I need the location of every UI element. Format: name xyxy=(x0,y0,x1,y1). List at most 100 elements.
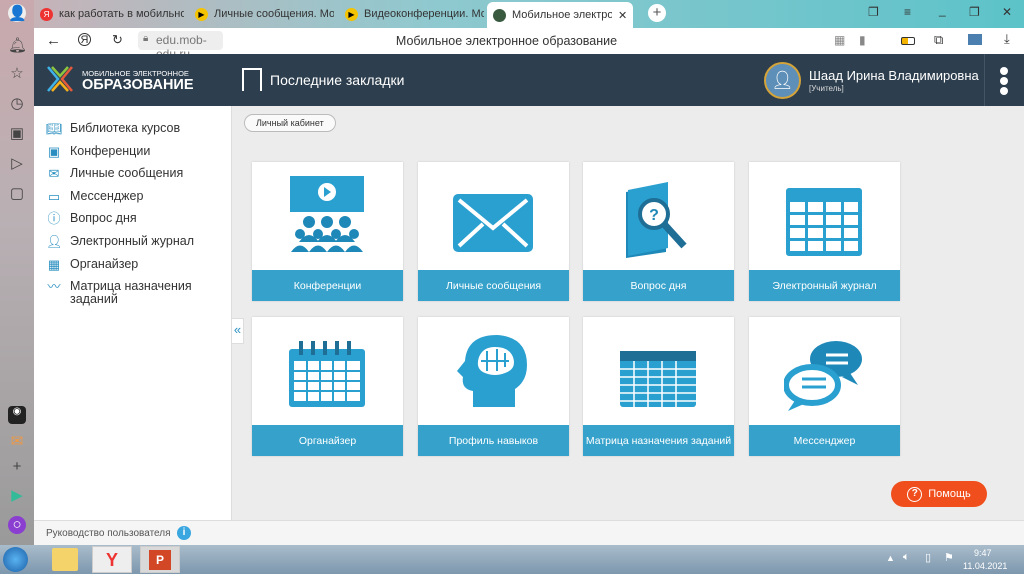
tile-messenger[interactable]: Мессенджер xyxy=(749,317,900,456)
url-field[interactable]: 🔒︎edu.mob-edu.ru xyxy=(138,31,223,61)
restore-button[interactable]: ❐ xyxy=(969,5,980,19)
volume-icon[interactable]: 🔈︎ xyxy=(903,551,910,564)
calendar-icon: ▦ xyxy=(47,257,61,272)
powerpoint-icon[interactable]: P xyxy=(140,546,180,573)
taskbar: Y P ▲ 🔈︎ ▯ ⚑ 9:47 11.04.2021 xyxy=(0,545,1024,574)
table-icon xyxy=(620,351,696,407)
close-icon[interactable]: ✕ xyxy=(618,9,627,22)
info-icon[interactable]: i xyxy=(177,526,191,540)
tile-organizer[interactable]: Органайзер xyxy=(252,317,403,456)
sidebar-item-label: Библиотека курсов xyxy=(70,121,181,135)
image-icon[interactable] xyxy=(968,34,982,45)
sidebar-item-organizer[interactable]: ▦ Органайзер xyxy=(46,258,138,272)
clock-time[interactable]: 9:47 xyxy=(974,548,992,558)
browser-sidebar: 👤 🔔︎ ☆ ◷ ▣ ▷ ▢ ◉ ✉ + ▶ ○ xyxy=(0,0,34,545)
new-tab-button[interactable]: + xyxy=(648,4,666,22)
help-button[interactable]: ? Помощь xyxy=(891,481,987,507)
site-icon xyxy=(493,8,506,22)
minimize-button[interactable]: _ xyxy=(939,3,946,17)
battery-icon[interactable]: ▯ xyxy=(925,551,931,564)
yandex-icon[interactable]: Я xyxy=(78,33,91,46)
tab[interactable]: ▶ Личные сообщения. Моб xyxy=(189,3,334,25)
recent-bookmarks-link[interactable]: Последние закладки xyxy=(270,72,404,88)
footer: Руководство пользователя i xyxy=(34,520,1024,545)
sidebar-item-journal[interactable]: 👤︎ Электронный журнал xyxy=(46,235,194,249)
close-window-button[interactable]: ✕ xyxy=(1002,5,1012,19)
tile-question[interactable]: ? Вопрос дня xyxy=(583,162,734,301)
tile-messages[interactable]: Личные сообщения xyxy=(418,162,569,301)
more-menu-icon[interactable] xyxy=(1000,67,1008,95)
yandex-icon: Я xyxy=(40,7,53,21)
chat-bubbles-icon xyxy=(784,341,862,411)
collections-icon[interactable]: ▣ xyxy=(8,124,26,142)
battery-icon[interactable] xyxy=(901,37,915,45)
logo-bottom: ОБРАЗОВАНИЕ xyxy=(82,77,194,93)
sidebar-item-label: Вопрос дня xyxy=(70,211,137,225)
start-button[interactable] xyxy=(3,547,28,572)
tab-label: Видеоконференции. Моб xyxy=(364,8,484,20)
sidebar-item-conferences[interactable]: ▣ Конференции xyxy=(46,145,150,159)
tab-active[interactable]: Мобильное электронно ✕ xyxy=(487,2,633,28)
sidebar-item-messages[interactable]: ✉ Личные сообщения xyxy=(46,166,184,181)
play-icon: ▶ xyxy=(345,7,358,21)
tile-conferences[interactable]: Конференции xyxy=(252,162,403,301)
extensions-icon[interactable]: ⧉ xyxy=(934,32,943,48)
logo-icon xyxy=(47,66,73,92)
mail-icon: ✉ xyxy=(48,166,60,181)
tabs-icon[interactable]: ❐ xyxy=(868,5,879,19)
question-icon: ⓘ xyxy=(47,211,61,226)
sidebar-item-label: Конференции xyxy=(70,144,151,158)
question-icon: ? xyxy=(907,486,923,502)
star-icon[interactable]: ☆ xyxy=(8,64,26,82)
user-guide-link[interactable]: Руководство пользователя xyxy=(46,528,171,539)
bookmark-icon[interactable]: ▮ xyxy=(859,33,866,47)
tab-label: как работать в мобильно xyxy=(59,8,184,20)
question-book-icon: ? xyxy=(626,182,687,258)
sidebar-item-matrix[interactable]: 〰 Матрица назначения заданий xyxy=(46,280,216,306)
bell-icon[interactable]: 🔔︎ xyxy=(8,36,27,54)
journal-icon: 👤︎ xyxy=(46,234,63,249)
help-label: Помощь xyxy=(928,488,971,500)
sidebar-item-question[interactable]: ⓘ Вопрос дня xyxy=(46,211,137,226)
video-icon: ▣ xyxy=(47,144,61,159)
tile-label: Профиль навыков xyxy=(418,425,569,456)
tile-label: Вопрос дня xyxy=(583,270,734,301)
clock-date[interactable]: 11.04.2021 xyxy=(963,561,1007,571)
send-icon[interactable]: ▶ xyxy=(8,486,26,504)
clock-icon[interactable]: ◷ xyxy=(8,94,26,112)
tab[interactable]: Якак работать в мобильно xyxy=(34,3,184,25)
sidebar-item-library[interactable]: 📖︎ Библиотека курсов xyxy=(46,122,180,136)
mail-app-icon[interactable]: ✉ xyxy=(8,432,26,450)
download-icon[interactable]: ⤓ xyxy=(1004,31,1010,47)
explorer-icon[interactable] xyxy=(52,548,78,571)
tab[interactable]: ▶ Видеоконференции. Моб xyxy=(339,3,484,25)
sidebar-item-label: Электронный журнал xyxy=(70,234,195,248)
collapse-sidebar-button[interactable]: « xyxy=(232,318,244,344)
profile-icon[interactable]: 👤 xyxy=(8,4,27,22)
translate-icon[interactable]: ▦ xyxy=(834,33,845,47)
reload-icon[interactable]: ↻ xyxy=(112,32,123,48)
sidebar-item-messenger[interactable]: ▭ Мессенджер xyxy=(46,190,144,204)
play-icon[interactable]: ▷ xyxy=(8,154,26,172)
bookmark-icon[interactable] xyxy=(242,68,262,91)
avatar[interactable]: 👤︎ xyxy=(764,62,801,99)
app-icon[interactable]: ◉ xyxy=(8,406,26,424)
tray-arrow-icon[interactable]: ▲ xyxy=(886,553,895,563)
yandex-browser-icon[interactable]: Y xyxy=(92,546,132,573)
tile-journal[interactable]: Электронный журнал xyxy=(749,162,900,301)
alice-icon[interactable]: ○ xyxy=(8,516,26,534)
menu-icon[interactable]: ≡ xyxy=(904,5,911,19)
back-icon[interactable]: ← xyxy=(46,32,61,49)
user-name[interactable]: Шаад Ирина Владимировна xyxy=(809,68,979,83)
tab-label: Личные сообщения. Моб xyxy=(214,8,334,20)
calendar-icon xyxy=(289,341,365,407)
app-icon[interactable]: ▢ xyxy=(8,184,26,202)
chart-icon: 〰 xyxy=(47,279,61,294)
sidebar: 📖︎ Библиотека курсов ▣ Конференции ✉ Личные… xyxy=(34,106,232,520)
tile-skills[interactable]: Профиль навыков xyxy=(418,317,569,456)
tile-matrix[interactable]: Матрица назначения заданий xyxy=(583,317,734,456)
divider xyxy=(984,54,985,106)
plus-icon[interactable]: + xyxy=(8,458,26,476)
flag-icon[interactable]: ⚑ xyxy=(944,551,954,564)
breadcrumb[interactable]: Личный кабинет xyxy=(244,114,336,132)
